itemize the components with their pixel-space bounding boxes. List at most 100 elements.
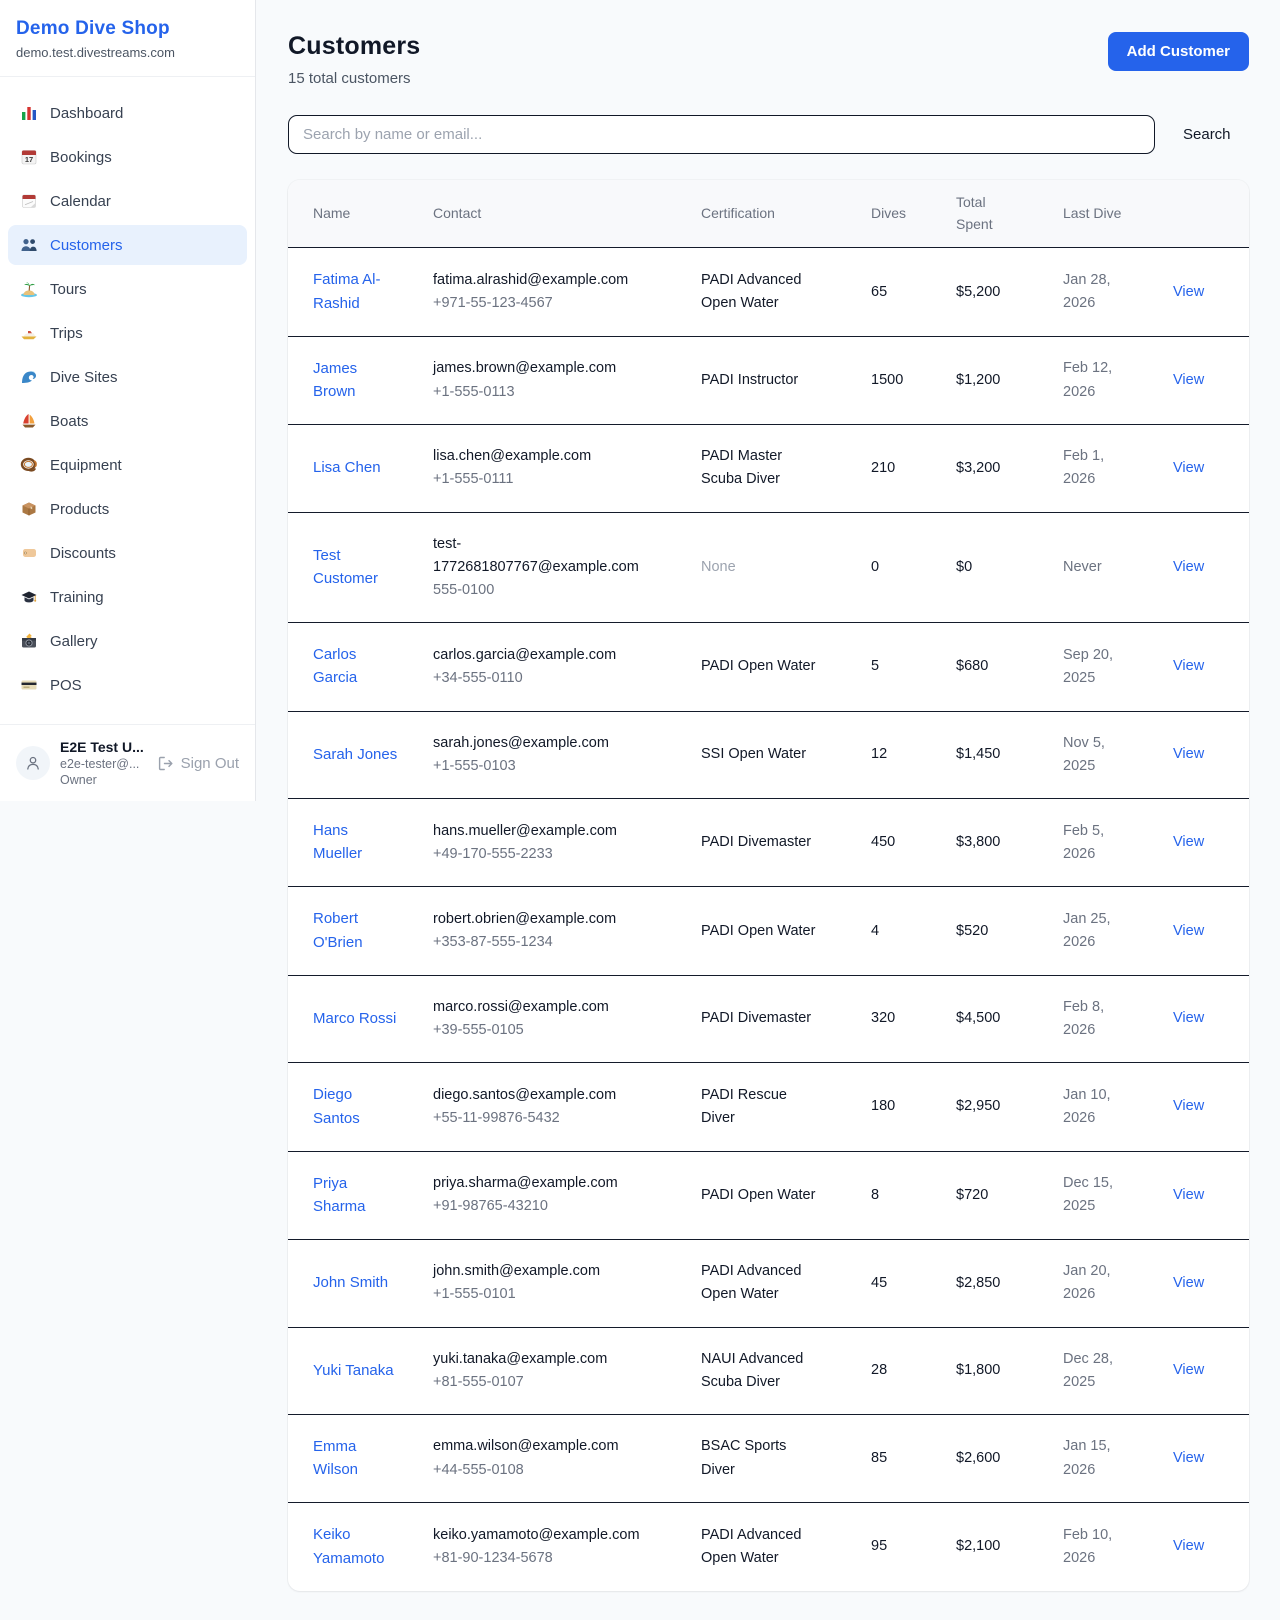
customer-name-link[interactable]: Priya Sharma bbox=[313, 1172, 401, 1219]
sidebar-item-boats[interactable]: Boats bbox=[8, 401, 247, 441]
customer-email: lisa.chen@example.com bbox=[433, 445, 651, 468]
sidebar-item-equipment[interactable]: Equipment bbox=[8, 445, 247, 485]
customer-certification: PADI Advanced Open Water bbox=[701, 269, 816, 315]
sidebar-item-calendar[interactable]: Calendar bbox=[8, 181, 247, 221]
view-link[interactable]: View bbox=[1173, 923, 1204, 939]
customer-count: 15 total customers bbox=[288, 70, 420, 87]
customer-name-link[interactable]: John Smith bbox=[313, 1271, 388, 1294]
search-button[interactable]: Search bbox=[1181, 120, 1233, 149]
customer-name-link[interactable]: James Brown bbox=[313, 357, 401, 404]
customer-phone: +91-98765-43210 bbox=[433, 1195, 685, 1218]
customer-name-link[interactable]: Robert O'Brien bbox=[313, 907, 401, 954]
add-customer-button[interactable]: Add Customer bbox=[1108, 32, 1249, 71]
user-email: e2e-tester@... bbox=[60, 757, 147, 771]
search-input[interactable] bbox=[288, 115, 1155, 154]
table-row: Robert O'Brien robert.obrien@example.com… bbox=[288, 887, 1249, 975]
sidebar-item-customers[interactable]: Customers bbox=[8, 225, 247, 265]
view-link[interactable]: View bbox=[1173, 1362, 1204, 1378]
view-link[interactable]: View bbox=[1173, 658, 1204, 674]
customer-total-spent: $2,600 bbox=[956, 1450, 1000, 1466]
table-row: Emma Wilson emma.wilson@example.com +44-… bbox=[288, 1414, 1249, 1502]
view-link[interactable]: View bbox=[1173, 1010, 1204, 1026]
customer-name-link[interactable]: Carlos Garcia bbox=[313, 643, 401, 690]
package-icon bbox=[20, 500, 38, 518]
view-link[interactable]: View bbox=[1173, 372, 1204, 388]
sidebar-item-bookings[interactable]: 17 Bookings bbox=[8, 137, 247, 177]
customer-total-spent: $2,100 bbox=[956, 1538, 1000, 1554]
customer-phone: +49-170-555-2233 bbox=[433, 843, 685, 866]
view-link[interactable]: View bbox=[1173, 559, 1204, 575]
customer-total-spent: $3,800 bbox=[956, 834, 1000, 850]
customer-name-link[interactable]: Marco Rossi bbox=[313, 1007, 396, 1030]
sidebar-item-discounts[interactable]: Discounts bbox=[8, 533, 247, 573]
view-link[interactable]: View bbox=[1173, 1450, 1204, 1466]
sidebar-item-label: Tours bbox=[50, 281, 87, 298]
customer-certification: PADI Master Scuba Diver bbox=[701, 445, 816, 491]
customer-dives: 8 bbox=[871, 1187, 879, 1203]
view-link[interactable]: View bbox=[1173, 746, 1204, 762]
customer-certification: PADI Advanced Open Water bbox=[701, 1524, 816, 1570]
sidebar-item-tours[interactable]: Tours bbox=[8, 269, 247, 309]
customer-total-spent: $0 bbox=[956, 559, 972, 575]
customer-phone: +81-555-0107 bbox=[433, 1371, 685, 1394]
wave-icon bbox=[20, 368, 38, 386]
view-link[interactable]: View bbox=[1173, 1538, 1204, 1554]
sidebar-item-label: Calendar bbox=[50, 193, 111, 210]
view-link[interactable]: View bbox=[1173, 1275, 1204, 1291]
view-link[interactable]: View bbox=[1173, 284, 1204, 300]
customer-certification: PADI Advanced Open Water bbox=[701, 1260, 816, 1306]
view-link[interactable]: View bbox=[1173, 834, 1204, 850]
sidebar-item-label: Gallery bbox=[50, 633, 98, 650]
customer-last-dive: Never bbox=[1063, 556, 1102, 579]
customer-email: carlos.garcia@example.com bbox=[433, 644, 651, 667]
view-link[interactable]: View bbox=[1173, 1187, 1204, 1203]
customer-email: yuki.tanaka@example.com bbox=[433, 1348, 651, 1371]
customer-email: sarah.jones@example.com bbox=[433, 732, 651, 755]
customer-phone: 555-0100 bbox=[433, 579, 685, 602]
customer-name-link[interactable]: Keiko Yamamoto bbox=[313, 1523, 401, 1570]
sidebar-item-label: POS bbox=[50, 677, 82, 694]
search-bar: Search bbox=[288, 115, 1249, 154]
view-link[interactable]: View bbox=[1173, 460, 1204, 476]
person-icon bbox=[24, 754, 42, 772]
customer-name-link[interactable]: Emma Wilson bbox=[313, 1435, 401, 1482]
sidebar-item-trips[interactable]: Trips bbox=[8, 313, 247, 353]
sidebar-item-pos[interactable]: POS bbox=[8, 665, 247, 705]
sidebar-item-products[interactable]: Products bbox=[8, 489, 247, 529]
customer-email: keiko.yamamoto@example.com bbox=[433, 1524, 651, 1547]
customer-phone: +971-55-123-4567 bbox=[433, 292, 685, 315]
customer-email: test-1772681807767@example.com bbox=[433, 533, 651, 579]
customer-name-link[interactable]: Sarah Jones bbox=[313, 743, 397, 766]
customer-name-link[interactable]: Hans Mueller bbox=[313, 819, 401, 866]
customer-name-link[interactable]: Fatima Al-Rashid bbox=[313, 268, 401, 315]
customer-last-dive: Jan 28, 2026 bbox=[1063, 269, 1125, 315]
customer-name-link[interactable]: Test Customer bbox=[313, 544, 401, 591]
sign-out-button[interactable]: Sign Out bbox=[157, 755, 239, 772]
sidebar-item-gallery[interactable]: Gallery bbox=[8, 621, 247, 661]
sidebar-header: Demo Dive Shop demo.test.divestreams.com bbox=[0, 0, 255, 77]
customer-total-spent: $4,500 bbox=[956, 1010, 1000, 1026]
sidebar: Demo Dive Shop demo.test.divestreams.com… bbox=[0, 0, 256, 801]
customer-phone: +44-555-0108 bbox=[433, 1459, 685, 1482]
sidebar-item-label: Trips bbox=[50, 325, 83, 342]
table-header-row: Name Contact Certification Dives Total S… bbox=[288, 180, 1249, 248]
customer-dives: 95 bbox=[871, 1538, 887, 1554]
customer-name-link[interactable]: Yuki Tanaka bbox=[313, 1359, 394, 1382]
customer-total-spent: $680 bbox=[956, 658, 988, 674]
shop-name: Demo Dive Shop bbox=[16, 18, 239, 40]
table-row: Test Customer test-1772681807767@example… bbox=[288, 512, 1249, 623]
customer-email: hans.mueller@example.com bbox=[433, 820, 651, 843]
credit-card-icon bbox=[20, 676, 38, 694]
customer-name-link[interactable]: Diego Santos bbox=[313, 1083, 401, 1130]
sidebar-item-training[interactable]: Training bbox=[8, 577, 247, 617]
customer-dives: 5 bbox=[871, 658, 879, 674]
customer-name-link[interactable]: Lisa Chen bbox=[313, 456, 381, 479]
sidebar-item-label: Boats bbox=[50, 413, 88, 430]
sidebar-item-dashboard[interactable]: Dashboard bbox=[8, 93, 247, 133]
table-row: Carlos Garcia carlos.garcia@example.com … bbox=[288, 623, 1249, 711]
customer-total-spent: $3,200 bbox=[956, 460, 1000, 476]
calendar-date-icon: 17 bbox=[20, 148, 38, 166]
sidebar-item-dive-sites[interactable]: Dive Sites bbox=[8, 357, 247, 397]
column-header-total-spent: Total Spent bbox=[956, 180, 1063, 248]
view-link[interactable]: View bbox=[1173, 1098, 1204, 1114]
